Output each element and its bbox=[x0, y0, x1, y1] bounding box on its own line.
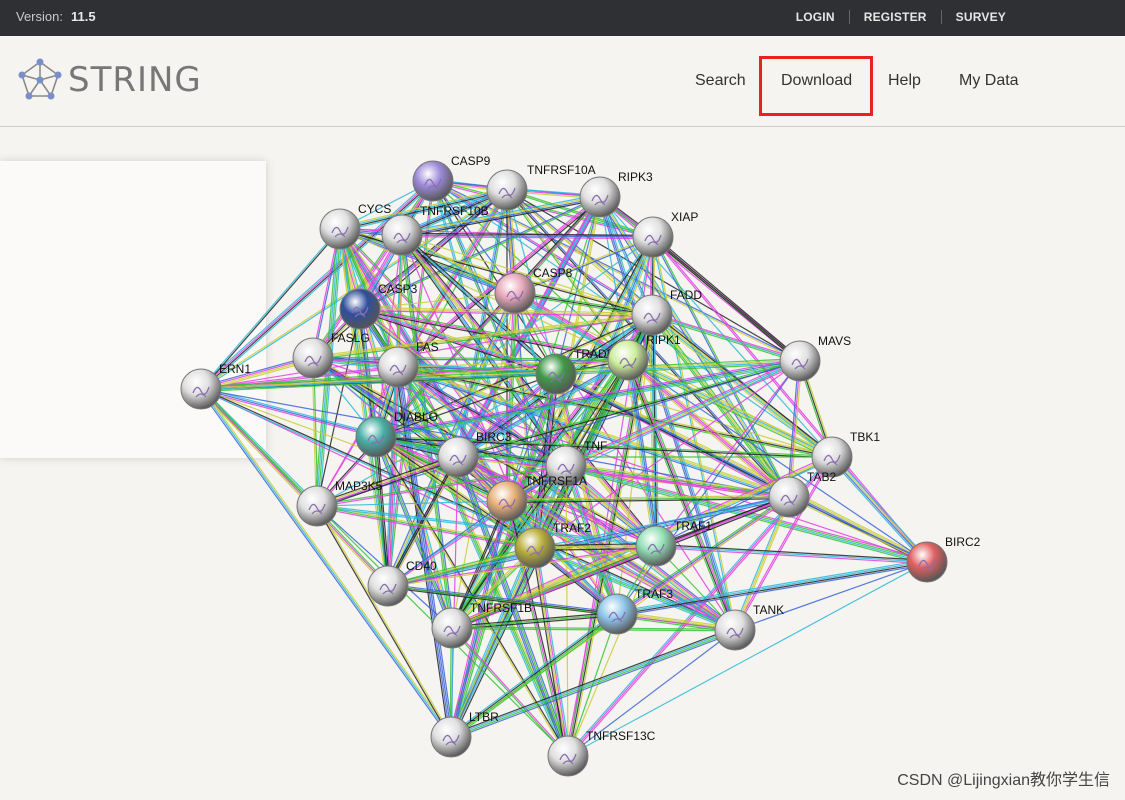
protein-node-label: FASLG bbox=[331, 331, 370, 345]
protein-node-sphere[interactable] bbox=[714, 609, 756, 651]
protein-node-label: TNFRSF10B bbox=[420, 204, 489, 218]
interaction-edge[interactable] bbox=[832, 456, 929, 562]
protein-node-sphere[interactable] bbox=[596, 593, 638, 635]
protein-node-label: XIAP bbox=[671, 210, 698, 224]
protein-node-label: TNFRSF1A bbox=[525, 474, 587, 488]
protein-node[interactable]: TANK bbox=[714, 603, 784, 651]
protein-node-sphere[interactable] bbox=[431, 607, 473, 649]
protein-node-sphere[interactable] bbox=[494, 272, 536, 314]
protein-node-sphere[interactable] bbox=[355, 416, 397, 458]
protein-node-sphere[interactable] bbox=[514, 527, 556, 569]
protein-node-sphere[interactable] bbox=[377, 346, 419, 388]
protein-node[interactable]: TNFRSF13C bbox=[547, 729, 656, 777]
protein-node-label: CASP3 bbox=[378, 282, 418, 296]
protein-node[interactable]: BIRC2 bbox=[906, 535, 981, 583]
protein-node-sphere[interactable] bbox=[381, 214, 423, 256]
protein-node-label: LTBR bbox=[469, 710, 499, 724]
protein-node-sphere[interactable] bbox=[779, 340, 821, 382]
protein-node-label: RIPK3 bbox=[618, 170, 653, 184]
protein-node-label: TNFRSF1B bbox=[470, 601, 532, 615]
protein-node-sphere[interactable] bbox=[292, 337, 334, 379]
protein-node-label: CYCS bbox=[358, 202, 391, 216]
protein-node-sphere[interactable] bbox=[906, 541, 948, 583]
protein-node-label: TRAF3 bbox=[635, 587, 673, 601]
protein-node-label: TBK1 bbox=[850, 430, 880, 444]
protein-node-sphere[interactable] bbox=[486, 169, 528, 211]
interaction-edge[interactable] bbox=[565, 465, 569, 757]
protein-node-label: MAP3K5 bbox=[335, 479, 383, 493]
protein-node-label: TANK bbox=[753, 603, 784, 617]
protein-node-sphere[interactable] bbox=[535, 353, 577, 395]
protein-node-label: CD40 bbox=[406, 559, 437, 573]
protein-node-label: FADD bbox=[670, 288, 702, 302]
protein-node-label: DIABLO bbox=[394, 410, 438, 424]
protein-node-sphere[interactable] bbox=[579, 176, 621, 218]
protein-node-sphere[interactable] bbox=[607, 339, 649, 381]
protein-node-sphere[interactable] bbox=[367, 565, 409, 607]
protein-node[interactable]: LTBR bbox=[430, 710, 499, 758]
protein-node-label: TAB2 bbox=[807, 470, 836, 484]
protein-node-sphere[interactable] bbox=[547, 735, 589, 777]
protein-node-label: TNFRSF10A bbox=[527, 163, 596, 177]
protein-node-sphere[interactable] bbox=[486, 480, 528, 522]
protein-node-sphere[interactable] bbox=[430, 716, 472, 758]
protein-node-sphere[interactable] bbox=[180, 368, 222, 410]
protein-network[interactable]: CASP9 TNFRSF10A RIPK3 XIAP CYCS TNFRSF10B CASP… bbox=[0, 0, 1125, 800]
protein-node-label: CASP8 bbox=[533, 266, 573, 280]
interaction-edge[interactable] bbox=[734, 561, 928, 631]
protein-node-sphere[interactable] bbox=[412, 160, 454, 202]
protein-node-sphere[interactable] bbox=[768, 476, 810, 518]
protein-node-label: BIRC3 bbox=[476, 430, 512, 444]
protein-node-label: BIRC2 bbox=[945, 535, 981, 549]
protein-node-sphere[interactable] bbox=[437, 436, 479, 478]
protein-node-sphere[interactable] bbox=[632, 216, 674, 258]
protein-node-sphere[interactable] bbox=[339, 288, 381, 330]
protein-node-label: MAVS bbox=[818, 334, 851, 348]
protein-node-sphere[interactable] bbox=[631, 294, 673, 336]
protein-node-label: TNFRSF13C bbox=[586, 729, 656, 743]
protein-node-label: TRAF1 bbox=[674, 519, 712, 533]
protein-node[interactable]: MAP3K5 bbox=[296, 479, 383, 527]
protein-node-label: TRAF2 bbox=[553, 521, 591, 535]
protein-node-label: TNF bbox=[584, 439, 607, 453]
protein-node-label: ERN1 bbox=[219, 362, 251, 376]
protein-node-label: RIPK1 bbox=[646, 333, 681, 347]
protein-node[interactable]: XIAP bbox=[632, 210, 698, 258]
protein-node-sphere[interactable] bbox=[296, 485, 338, 527]
protein-node-label: CASP9 bbox=[451, 154, 491, 168]
protein-node-sphere[interactable] bbox=[319, 208, 361, 250]
watermark: CSDN @Lijingxian教你学生信 bbox=[897, 772, 1110, 789]
protein-node-sphere[interactable] bbox=[635, 525, 677, 567]
protein-node[interactable]: MAVS bbox=[779, 334, 851, 382]
interaction-edge[interactable] bbox=[833, 454, 930, 561]
protein-node-label: FAS bbox=[416, 340, 439, 354]
